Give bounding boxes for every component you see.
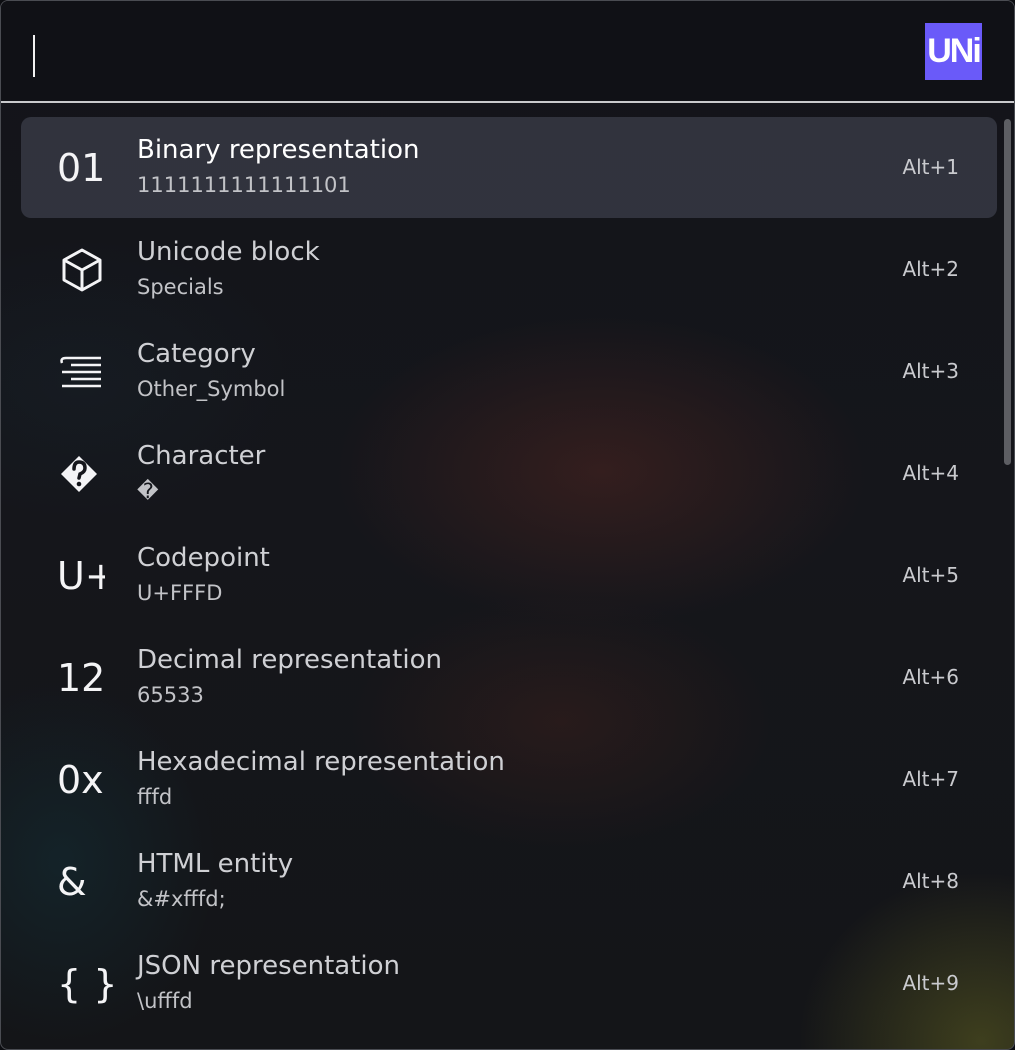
results-list: 01 Binary representation 111111111111110… [1,103,1014,1049]
result-title: Binary representation [137,135,420,165]
result-item-html-entity[interactable]: & HTML entity &#xfffd; Alt+8 [21,831,997,932]
result-item-hexadecimal[interactable]: 0x Hexadecimal representation fffd Alt+7 [21,729,997,830]
category-lines-icon [57,345,117,399]
result-title: Codepoint [137,543,270,573]
shortcut-hint: Alt+7 [902,767,959,791]
result-value: U+FFFD [137,581,223,605]
decimal-icon: 12 [57,656,106,700]
result-title: Decimal representation [137,645,442,675]
ampersand-icon: & [57,860,87,904]
shortcut-hint: Alt+9 [902,971,959,995]
shortcut-hint: Alt+5 [902,563,959,587]
result-title: HTML entity [137,849,294,879]
result-item-character[interactable]: Character � Alt+4 [21,423,997,524]
search-bar[interactable]: UNi [1,1,1014,103]
result-value: Specials [137,275,224,299]
search-input[interactable] [33,35,35,77]
shortcut-hint: Alt+6 [902,665,959,689]
result-value: Other_Symbol [137,377,286,401]
result-item-unicode-block[interactable]: Unicode block Specials Alt+2 [21,219,997,320]
shortcut-hint: Alt+4 [902,461,959,485]
replacement-char-icon [57,447,117,501]
result-item-decimal[interactable]: 12 Decimal representation 65533 Alt+6 [21,627,997,728]
result-title: Hexadecimal representation [137,747,505,777]
result-item-codepoint[interactable]: U+ Codepoint U+FFFD Alt+5 [21,525,997,626]
shortcut-hint: Alt+3 [902,359,959,383]
braces-icon: { } [57,962,117,1006]
shortcut-hint: Alt+1 [902,155,959,179]
result-value: &#xfffd; [137,887,226,911]
app-logo: UNi [925,23,982,80]
launcher-window: UNi 01 Binary representation 11111111111… [0,0,1015,1050]
binary-icon: 01 [57,146,106,190]
result-title: Character [137,441,266,471]
scrollbar-thumb[interactable] [1004,119,1011,465]
codepoint-icon: U+ [57,554,105,598]
result-item-binary[interactable]: 01 Binary representation 111111111111110… [21,117,997,218]
hex-icon: 0x [57,758,104,802]
shortcut-hint: Alt+2 [902,257,959,281]
result-value: \ufffd [137,989,193,1013]
result-item-json[interactable]: { } JSON representation \ufffd Alt+9 [21,933,997,1034]
result-value: 1111111111111101 [137,173,351,197]
result-value: � [137,479,159,503]
result-value: 65533 [137,683,204,707]
result-title: JSON representation [137,951,401,981]
result-value: fffd [137,785,173,809]
result-title: Unicode block [137,237,320,267]
result-item-category[interactable]: Category Other_Symbol Alt+3 [21,321,997,422]
shortcut-hint: Alt+8 [902,869,959,893]
cube-icon [57,243,117,297]
result-title: Category [137,339,256,369]
